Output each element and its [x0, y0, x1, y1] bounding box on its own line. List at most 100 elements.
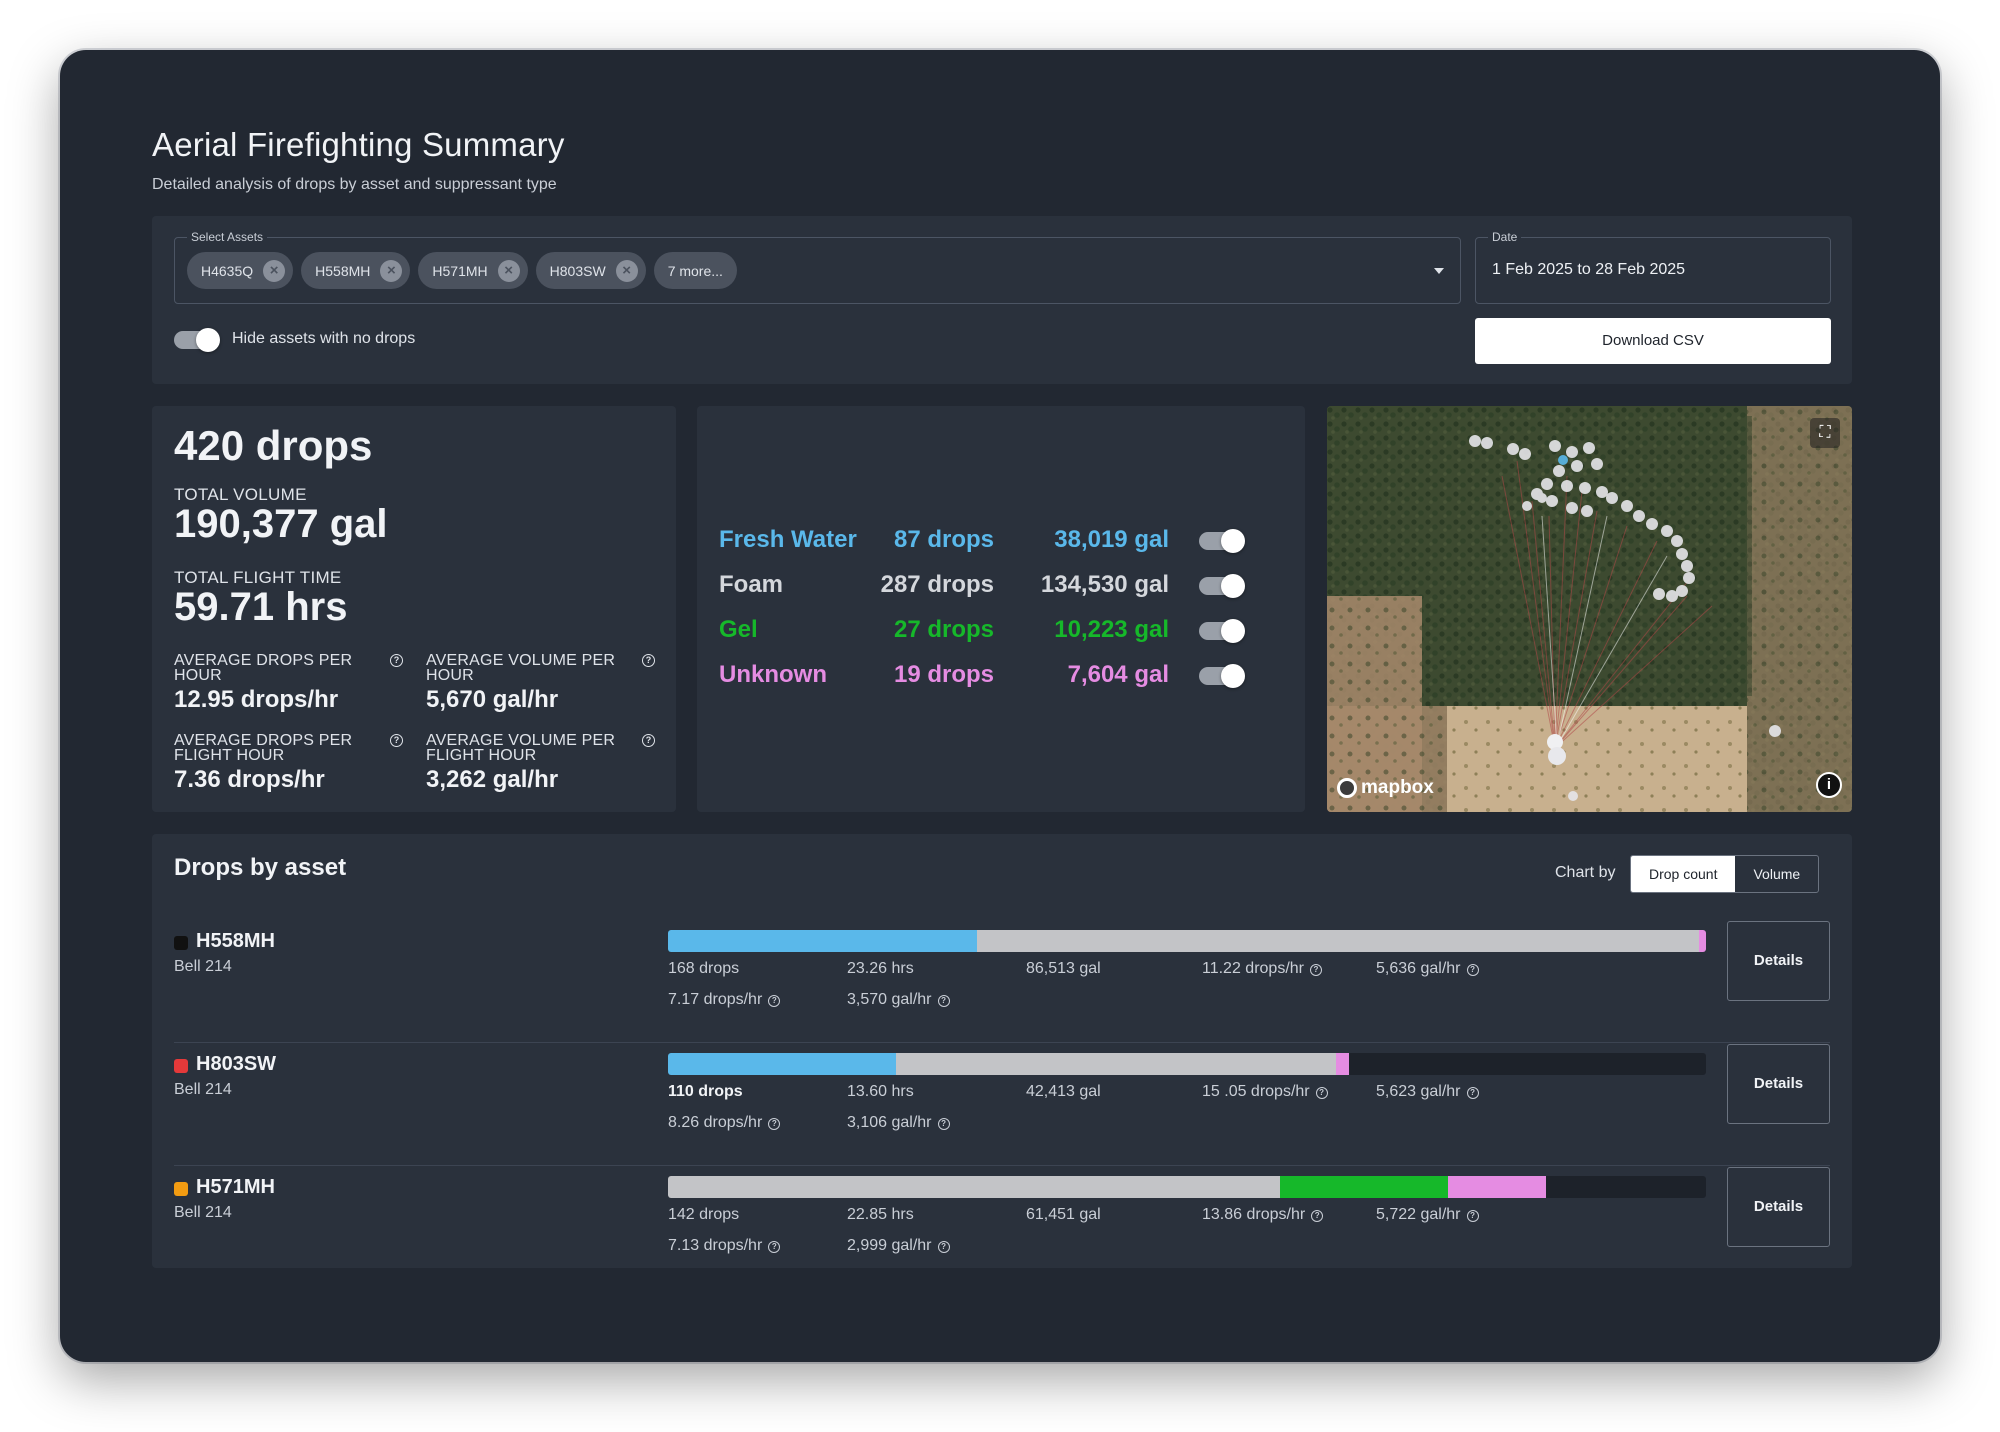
- fullscreen-icon[interactable]: ⛶: [1810, 418, 1840, 448]
- asset-drops-per-flight-hour: 7.13 drops/hr?: [668, 1237, 781, 1255]
- remove-chip-icon[interactable]: ×: [615, 259, 638, 282]
- asset-gal-per-flight-hour: 3,570 gal/hr?: [847, 991, 950, 1009]
- chart-by-drop-count[interactable]: Drop count: [1631, 856, 1736, 892]
- help-icon[interactable]: ?: [937, 1118, 950, 1130]
- suppressant-name: Fresh Water: [719, 526, 857, 553]
- asset-drops-per-hour: 11.22 drops/hr?: [1202, 960, 1322, 978]
- info-icon[interactable]: i: [1816, 772, 1842, 798]
- help-icon[interactable]: ?: [937, 1241, 950, 1253]
- avg-drops-hour-label: AVERAGE DROPS PER HOUR: [174, 652, 353, 684]
- help-icon[interactable]: ?: [768, 1241, 781, 1253]
- help-icon[interactable]: ?: [937, 995, 950, 1007]
- asset-chip[interactable]: H803SW ×: [535, 252, 646, 289]
- hide-empty-assets-label: Hide assets with no drops: [232, 330, 416, 347]
- asset-gal-per-hour-value: 5,636 gal/hr: [1376, 960, 1461, 977]
- help-icon[interactable]: ?: [390, 654, 403, 667]
- asset-model: Bell 214: [174, 1081, 232, 1098]
- avg-volume-hour-value: 5,670 gal/hr: [426, 686, 559, 713]
- asset-drops-per-hour-value: 15 .05 drops/hr: [1202, 1083, 1310, 1100]
- more-assets-chip[interactable]: 7 more...: [653, 252, 737, 289]
- suppressant-toggle[interactable]: [1199, 574, 1245, 598]
- suppressant-volume: 134,530 gal: [1040, 571, 1169, 598]
- help-icon[interactable]: ?: [1315, 1087, 1328, 1099]
- asset-chip[interactable]: H571MH ×: [418, 252, 528, 289]
- more-assets-label: 7 more...: [667, 262, 723, 279]
- asset-chip[interactable]: H558MH ×: [301, 252, 411, 289]
- asset-row: H571MH Bell 214 142 drops 22.85 hrs 61,451 g…: [152, 1165, 1852, 1289]
- asset-name: H558MH: [196, 930, 275, 952]
- asset-drops-per-hour-value: 11.22 drops/hr: [1202, 960, 1304, 977]
- bar-segment: [1698, 930, 1706, 952]
- toggle-knob: [196, 328, 220, 352]
- suppressant-name: Foam: [719, 571, 784, 598]
- dashboard-window: Aerial Firefighting Summary Detailed ana…: [60, 50, 1940, 1362]
- asset-select-label: Select Assets: [187, 230, 268, 244]
- asset-gal-per-flight-hour-value: 3,106 gal/hr: [847, 1114, 932, 1131]
- filter-panel: Select Assets H4635Q × H558MH × H571MH ×…: [152, 216, 1852, 384]
- help-icon[interactable]: ?: [642, 734, 655, 747]
- asset-color-swatch: [174, 1182, 188, 1196]
- suppressant-row-unknown: Unknown 19 drops 7,604 gal: [719, 657, 1279, 693]
- satellite-map[interactable]: [1327, 406, 1852, 812]
- asset-drops-per-flight-hour-value: 8.26 drops/hr: [668, 1114, 763, 1131]
- asset-color-swatch: [174, 936, 188, 950]
- asset-chip[interactable]: H4635Q ×: [187, 252, 294, 289]
- help-icon[interactable]: ?: [1466, 1087, 1479, 1099]
- asset-chip-label: H558MH: [315, 262, 371, 279]
- toggle-knob: [1221, 619, 1245, 643]
- suppressant-toggle[interactable]: [1199, 664, 1245, 688]
- suppressant-name: Gel: [719, 616, 758, 643]
- suppressant-stacked-bar: [668, 1176, 1706, 1198]
- suppressant-row-foam: Foam 287 drops 134,530 gal: [719, 567, 1279, 603]
- bar-segment: [668, 930, 978, 952]
- help-icon[interactable]: ?: [642, 654, 655, 667]
- asset-drops-per-hour: 15 .05 drops/hr?: [1202, 1083, 1328, 1101]
- help-icon[interactable]: ?: [1466, 964, 1479, 976]
- mapbox-wordmark: mapbox: [1361, 777, 1434, 798]
- suppressant-volume: 10,223 gal: [1054, 616, 1169, 643]
- help-icon[interactable]: ?: [390, 734, 403, 747]
- date-range-field[interactable]: Date 1 Feb 2025 to 28 Feb 2025: [1475, 230, 1831, 304]
- totals-panel: 420 drops TOTAL VOLUME 190,377 gal TOTAL…: [152, 406, 676, 812]
- suppressant-toggle[interactable]: [1199, 529, 1245, 553]
- remove-chip-icon[interactable]: ×: [497, 259, 520, 282]
- details-button[interactable]: Details: [1727, 921, 1830, 1001]
- asset-model: Bell 214: [174, 958, 232, 975]
- suppressant-drops: 87 drops: [893, 526, 994, 553]
- page-title: Aerial Firefighting Summary: [152, 126, 565, 163]
- asset-multiselect[interactable]: Select Assets H4635Q × H558MH × H571MH ×…: [174, 230, 1461, 304]
- bar-segment: [896, 1053, 1337, 1075]
- asset-hours: 23.26 hrs: [847, 960, 914, 977]
- suppressant-toggle[interactable]: [1199, 619, 1245, 643]
- help-icon[interactable]: ?: [768, 995, 781, 1007]
- remove-chip-icon[interactable]: ×: [380, 259, 403, 282]
- drop-map[interactable]: ⛶ mapbox i: [1327, 406, 1852, 812]
- asset-drops-per-flight-hour: 8.26 drops/hr?: [668, 1114, 781, 1132]
- bar-segment: [1336, 1053, 1349, 1075]
- asset-drops-per-flight-hour-value: 7.13 drops/hr: [668, 1237, 763, 1254]
- help-icon[interactable]: ?: [1311, 1210, 1324, 1222]
- drops-by-asset-heading: Drops by asset: [174, 854, 347, 881]
- hide-empty-assets-toggle[interactable]: [174, 328, 220, 352]
- asset-drops-per-flight-hour-value: 7.17 drops/hr: [668, 991, 763, 1008]
- details-button[interactable]: Details: [1727, 1044, 1830, 1124]
- remove-chip-icon[interactable]: ×: [263, 259, 286, 282]
- asset-drops-per-hour: 13.86 drops/hr?: [1202, 1206, 1324, 1224]
- avg-volume-flight-hour-value: 3,262 gal/hr: [426, 766, 559, 793]
- asset-volume: 42,413 gal: [1026, 1083, 1101, 1100]
- drops-by-asset-panel: Drops by asset Chart by Drop count Volum…: [152, 834, 1852, 1268]
- mapbox-mark-icon: [1337, 778, 1357, 798]
- download-csv-button[interactable]: Download CSV: [1475, 318, 1831, 364]
- bar-segment: [1447, 1176, 1547, 1198]
- help-icon[interactable]: ?: [1310, 964, 1322, 976]
- suppressant-panel: Fresh Water 87 drops 38,019 gal Foam 287…: [697, 406, 1305, 812]
- chart-by-volume[interactable]: Volume: [1735, 856, 1818, 892]
- details-button[interactable]: Details: [1727, 1167, 1830, 1247]
- help-icon[interactable]: ?: [1466, 1210, 1479, 1222]
- asset-drops: 168 drops: [668, 960, 740, 977]
- asset-gal-per-hour: 5,623 gal/hr?: [1376, 1083, 1479, 1101]
- asset-name: H803SW: [196, 1053, 277, 1075]
- chevron-down-icon[interactable]: [1434, 268, 1444, 274]
- help-icon[interactable]: ?: [768, 1118, 781, 1130]
- avg-drops-flight-hour-label: AVERAGE DROPS PER FLIGHT HOUR: [174, 732, 353, 764]
